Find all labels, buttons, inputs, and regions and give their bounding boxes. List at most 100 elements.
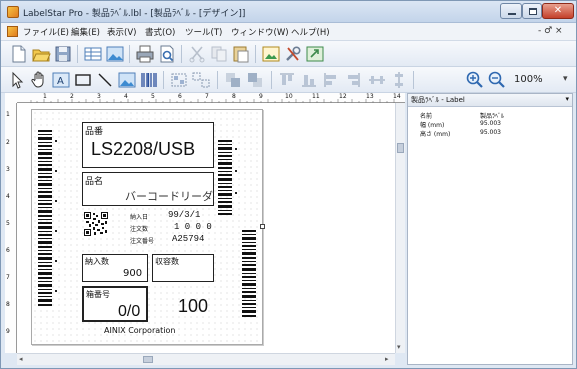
document-icon[interactable] [7,26,18,37]
maximize-button[interactable] [522,3,542,19]
open-button[interactable] [31,44,51,64]
property-value: 95.003 [480,129,501,136]
save-button[interactable] [53,44,73,64]
align-left-icon [324,73,336,87]
rectangle-tool[interactable] [73,70,93,90]
label-paper[interactable]: 品番 LS2208/USB 品名 バーコードリーダ 納入日 99/3/1 注文数… [31,109,265,345]
image-tool[interactable] [117,70,137,90]
item-no-caption: 品番 [85,127,104,137]
align-top-button[interactable] [277,70,297,90]
vertical-scrollbar[interactable]: ▾ [395,103,405,353]
item-name-field[interactable]: 品名 バーコードリーダ [82,172,214,206]
bring-front-button[interactable] [223,70,243,90]
export-button[interactable] [305,44,325,64]
close-icon: ✕ [553,5,563,16]
right-lower-barcode[interactable] [242,230,262,320]
distribute-v-button[interactable] [389,70,409,90]
horizontal-scroll-thumb[interactable] [143,356,153,363]
ruler-number: 8 [6,301,10,308]
menu-edit[interactable]: 編集(E) [71,26,100,38]
send-back-button[interactable] [245,70,265,90]
close-button[interactable]: ✕ [542,3,574,19]
cut-button[interactable] [187,44,207,64]
app-icon[interactable] [7,6,19,18]
align-top-icon [280,73,294,85]
property-row[interactable]: 高さ (mm) 95.003 [408,128,572,138]
menu-window[interactable]: ウィンドウ(W) [231,26,289,38]
group-button[interactable] [169,70,189,90]
resize-handle[interactable] [260,224,265,229]
preview-icon [160,45,174,63]
qr-code[interactable] [84,212,108,236]
bring-front-icon [226,73,240,87]
mdi-controls[interactable]: - ♂ × [538,26,563,36]
ruler-number: 14 [393,93,401,100]
chevron-down-icon[interactable]: ▾ [565,95,569,103]
date-value: 99/3/1 [168,210,201,220]
align-bottom-button[interactable] [299,70,319,90]
ruler-corner [5,93,17,103]
image-icon [118,72,136,88]
object-selector[interactable]: 製品ﾗﾍﾞﾙ - Label ▾ [408,94,572,107]
picture-icon [106,46,124,62]
tools-button[interactable] [283,44,303,64]
minimize-button[interactable] [500,3,522,19]
item-no-field[interactable]: 品番 LS2208/USB [82,122,214,168]
box-no-field[interactable]: 箱番号 0/0 [82,286,148,322]
ruler-number: 4 [6,193,10,200]
paste-button[interactable] [231,44,251,64]
right-upper-barcode[interactable] [218,140,240,220]
company-name: AINIX Corporation [104,326,176,335]
align-left-button[interactable] [321,70,341,90]
wrench-icon [286,46,301,61]
menu-help[interactable]: ヘルプ(H) [291,26,330,38]
property-row[interactable]: 幅 (mm) 95.003 [408,119,572,129]
group-icon [171,73,187,87]
print-button[interactable] [135,44,155,64]
text-icon: A [52,72,70,88]
zoom-in-icon [466,71,483,88]
ruler-number: 7 [6,274,10,281]
scroll-left-icon[interactable]: ◂ [19,355,23,363]
select-tool[interactable] [7,70,27,90]
copy-button[interactable] [209,44,229,64]
order-caption: 注文番号 [130,238,155,245]
properties-panel: 製品ﾗﾍﾞﾙ - Label ▾ 名前 製品ﾗﾍﾞﾙ 幅 (mm) 95.003… [407,93,573,365]
scroll-right-icon[interactable]: ▸ [385,355,389,363]
menu-tools[interactable]: ツール(T) [185,26,222,38]
vertical-scroll-thumb[interactable] [397,143,404,153]
ungroup-icon [192,72,210,88]
received-qty-field[interactable]: 収容数 [152,254,214,282]
zoom-in-button[interactable] [465,70,485,90]
table-icon [84,47,102,61]
delivery-qty-field[interactable]: 納入数 900 [82,254,148,282]
zoom-dropdown-icon[interactable]: ▾ [563,74,568,84]
hand-tool[interactable] [29,70,49,90]
barcode-tool[interactable] [139,70,159,90]
rectangle-icon [75,74,91,86]
line-icon [98,73,112,87]
left-vertical-barcode[interactable] [38,130,60,310]
table-view-button[interactable] [83,44,103,64]
print-preview-button[interactable] [157,44,177,64]
text-tool[interactable]: A [51,70,71,90]
menu-view[interactable]: 表示(V) [107,26,136,38]
menu-file[interactable]: ファイル(E) [23,26,69,38]
align-right-button[interactable] [343,70,363,90]
image-edit-button[interactable] [261,44,281,64]
new-button[interactable] [9,44,29,64]
menu-format[interactable]: 書式(O) [145,26,175,38]
ruler-number: 2 [6,139,10,146]
image-button[interactable] [105,44,125,64]
box-total-value: 100 [178,296,209,316]
distribute-h-button[interactable] [367,70,387,90]
zoom-level[interactable]: 100% [514,74,543,85]
zoom-out-button[interactable] [487,70,507,90]
ruler-number: 11 [312,93,320,100]
property-row[interactable]: 名前 製品ﾗﾍﾞﾙ [408,110,572,120]
line-tool[interactable] [95,70,115,90]
window-title: LabelStar Pro - 製品ﾗﾍﾞﾙ.lbl - [製品ﾗﾍﾞﾙ - [… [23,9,246,19]
scroll-down-icon[interactable]: ▾ [397,343,401,351]
ungroup-button[interactable] [191,70,211,90]
horizontal-scrollbar[interactable]: ◂ ▸ [17,353,395,365]
